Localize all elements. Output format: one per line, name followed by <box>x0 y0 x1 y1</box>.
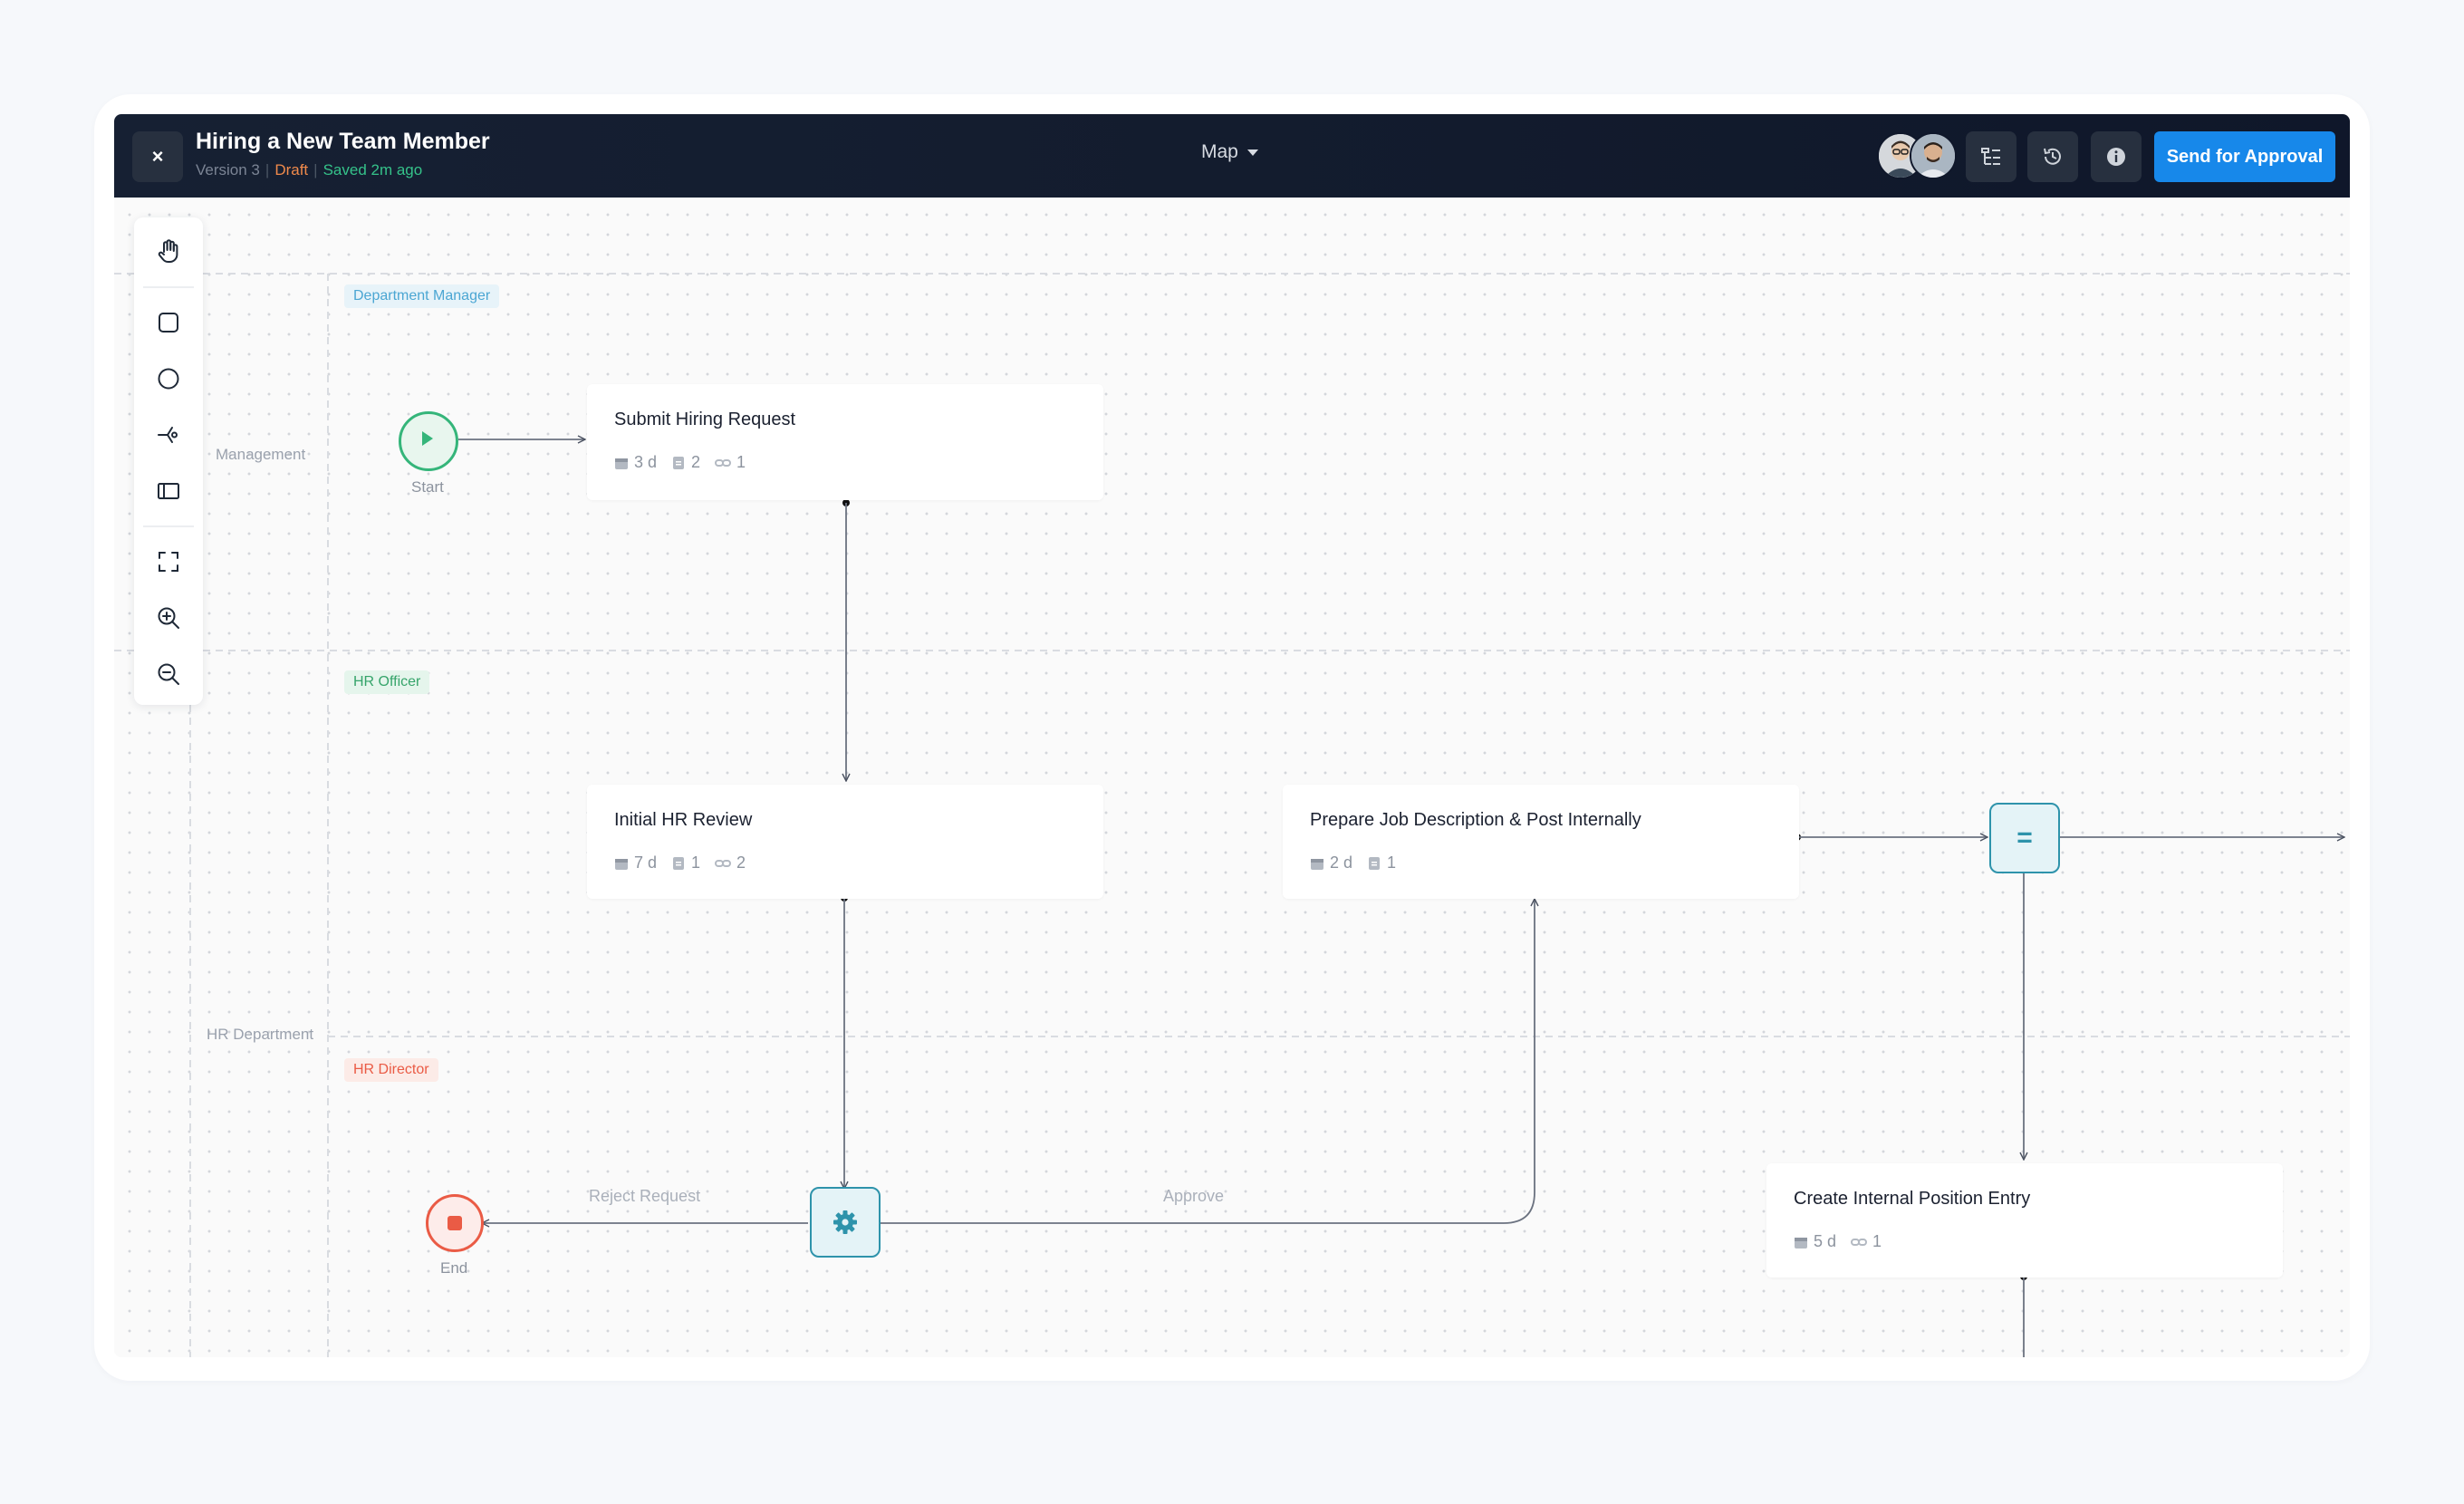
link-icon <box>715 458 732 467</box>
hierarchy-icon <box>1981 148 2000 165</box>
collaborators[interactable] <box>1877 132 1959 179</box>
connector-icon <box>158 427 178 443</box>
top-bar: × Hiring a New Team Member Version 3 | Dra… <box>114 114 2350 198</box>
process-meta: Version 3 | Draft | Saved 2m ago <box>196 161 423 178</box>
zoom-out-icon <box>158 663 179 685</box>
circle-tool[interactable] <box>147 357 190 400</box>
lane-label-hr-department: HR Department <box>207 1026 314 1043</box>
zoom-out-tool[interactable] <box>147 652 190 696</box>
zoom-in-tool[interactable] <box>147 596 190 640</box>
link-icon <box>1851 1238 1868 1246</box>
rectangle-tool[interactable] <box>147 301 190 344</box>
task-submit-hiring-request[interactable]: Submit Hiring Request 3 d 2 1 <box>587 384 1103 500</box>
task-title: Initial HR Review <box>614 810 753 830</box>
lane-label-management: Management <box>216 446 306 463</box>
end-label: End <box>440 1259 468 1277</box>
close-button[interactable]: × <box>132 131 183 182</box>
task-docs: 1 <box>1387 853 1397 872</box>
task-title: Submit Hiring Request <box>614 410 796 429</box>
info-icon <box>2107 148 2125 166</box>
lane-tool[interactable] <box>147 469 190 513</box>
calendar-icon <box>615 858 628 870</box>
task-links: 1 <box>736 453 746 471</box>
merge-gateway[interactable]: = <box>1989 803 2060 873</box>
hierarchy-button[interactable] <box>1966 131 2016 182</box>
calendar-icon <box>1311 858 1323 870</box>
task-meta: 3 d 2 1 <box>614 453 746 472</box>
link-icon <box>715 859 732 867</box>
task-links: 1 <box>1872 1232 1882 1250</box>
task-docs: 1 <box>691 853 701 872</box>
process-canvas[interactable]: Management HR Department Department Mana… <box>114 198 2350 1357</box>
start-label: Start <box>411 478 444 496</box>
fullscreen-icon <box>159 552 178 572</box>
version-label: Version 3 <box>196 161 260 178</box>
saved-status: Saved 2m ago <box>322 161 423 178</box>
chevron-down-icon <box>1246 149 1258 156</box>
task-title: Create Internal Position Entry <box>1794 1189 2031 1209</box>
process-title: Hiring a New Team Member <box>196 129 490 154</box>
task-duration: 5 d <box>1814 1232 1837 1250</box>
document-icon <box>673 856 685 870</box>
play-icon <box>422 431 433 446</box>
close-icon: × <box>151 145 164 168</box>
document-icon <box>673 456 685 469</box>
info-button[interactable] <box>2091 131 2142 182</box>
start-event[interactable] <box>399 411 458 471</box>
decision-gateway[interactable] <box>810 1187 881 1258</box>
task-meta: 5 d 1 <box>1794 1232 1882 1251</box>
task-meta: 7 d 1 2 <box>614 853 746 873</box>
task-title: Prepare Job Description & Post Internall… <box>1310 810 1641 830</box>
tool-palette <box>134 217 203 705</box>
task-initial-hr-review[interactable]: Initial HR Review 7 d 1 2 <box>587 785 1103 899</box>
edge-label-reject: Reject Request <box>589 1187 701 1205</box>
edge-approve[interactable] <box>881 899 1535 1224</box>
process-editor: × Hiring a New Team Member Version 3 | Dra… <box>114 114 2350 1357</box>
status-badge: Draft <box>274 161 309 178</box>
document-icon <box>1369 856 1381 870</box>
calendar-icon <box>1795 1237 1807 1249</box>
rectangle-icon <box>159 313 178 333</box>
equals-icon: = <box>2016 823 2033 853</box>
stop-icon <box>448 1216 462 1230</box>
end-event[interactable] <box>426 1194 484 1252</box>
zoom-in-icon <box>158 607 179 629</box>
hand-icon <box>158 239 178 263</box>
edge-label-approve: Approve <box>1163 1187 1225 1205</box>
task-meta: 2 d 1 <box>1310 853 1396 873</box>
task-duration: 2 d <box>1330 853 1353 872</box>
role-tag-hr-officer: HR Officer <box>344 670 430 694</box>
role-tag-hr-director: HR Director <box>344 1058 438 1082</box>
task-create-internal-position[interactable]: Create Internal Position Entry 5 d 1 <box>1766 1163 2283 1277</box>
role-tag-department-manager: Department Manager <box>344 284 500 308</box>
task-duration: 7 d <box>634 853 658 872</box>
history-icon <box>2044 148 2061 165</box>
gear-icon <box>833 1210 857 1234</box>
swimlane-icon <box>158 483 179 499</box>
view-label: Map <box>1201 141 1238 162</box>
avatar[interactable] <box>1910 132 1957 179</box>
circle-icon <box>158 368 179 390</box>
send-for-approval-button[interactable]: Send for Approval <box>2154 131 2335 182</box>
task-duration: 3 d <box>634 453 658 471</box>
fit-view-tool[interactable] <box>147 540 190 583</box>
calendar-icon <box>615 458 628 469</box>
history-button[interactable] <box>2027 131 2078 182</box>
hand-tool[interactable] <box>147 230 190 274</box>
task-prepare-job-description[interactable]: Prepare Job Description & Post Internall… <box>1283 785 1799 899</box>
task-links: 2 <box>736 853 746 872</box>
connector-tool[interactable] <box>147 413 190 457</box>
task-docs: 2 <box>691 453 701 471</box>
view-dropdown[interactable]: Map <box>1201 141 1258 163</box>
